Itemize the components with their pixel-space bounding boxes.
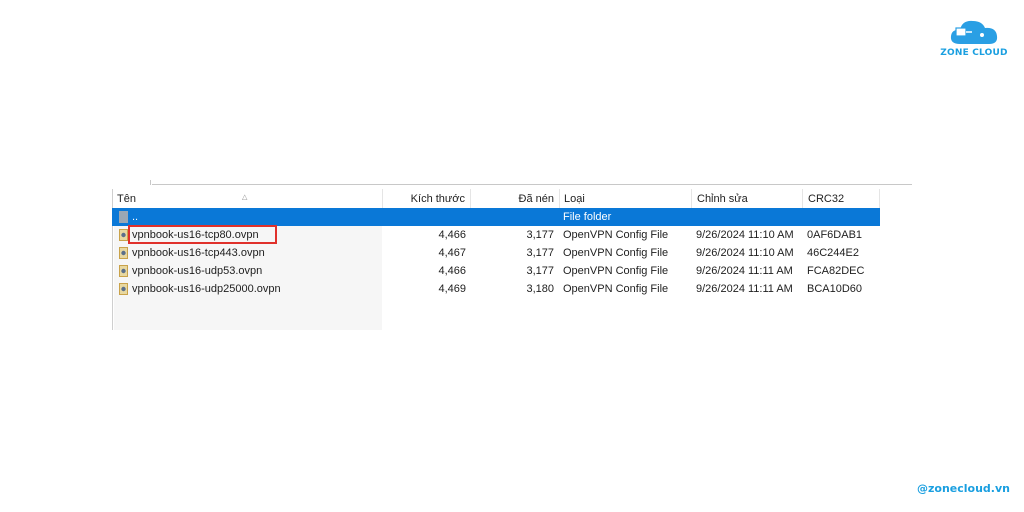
file-packed-size: 3,177 (526, 265, 554, 277)
social-handle: @zonecloud.vn (917, 482, 1010, 495)
file-crc: 0AF6DAB1 (807, 229, 863, 241)
file-name: vpnbook-us16-udp25000.ovpn (132, 283, 281, 295)
column-header-modified[interactable]: Chỉnh sửa (692, 189, 803, 209)
highlight-box (128, 225, 277, 244)
column-header-name[interactable]: Tên △ (112, 189, 382, 209)
folder-up-icon (119, 211, 128, 223)
file-size: 4,469 (438, 283, 466, 295)
file-modified: 9/26/2024 11:11 AM (696, 283, 793, 295)
column-header-type-label: Loại (564, 193, 585, 205)
column-header-size[interactable]: Kích thước (383, 189, 470, 209)
file-type: OpenVPN Config File (563, 283, 669, 295)
file-packed-size: 3,177 (526, 229, 554, 241)
column-header-size-label: Kích thước (410, 193, 465, 205)
file-name: vpnbook-us16-udp53.ovpn (132, 265, 263, 277)
column-header-row: Tên △ Kích thước Đã nén Loại Chỉnh sửa C… (112, 189, 880, 209)
toolbar-divider (150, 180, 151, 185)
ovpn-file-icon (119, 229, 128, 241)
file-packed-size: 3,180 (526, 283, 554, 295)
file-type: OpenVPN Config File (563, 265, 669, 277)
column-header-name-label: Tên (117, 193, 136, 205)
file-modified: 9/26/2024 11:10 AM (696, 229, 794, 241)
column-header-crc-label: CRC32 (808, 193, 845, 205)
file-name: vpnbook-us16-tcp443.ovpn (132, 247, 265, 259)
table-row-parent-folder[interactable]: .. File folder (112, 208, 880, 226)
file-type: File folder (563, 211, 612, 223)
column-header-packed[interactable]: Đã nén (471, 189, 559, 209)
column-header-crc[interactable]: CRC32 (803, 189, 880, 209)
cloud-logo-icon (950, 20, 998, 44)
file-type: OpenVPN Config File (563, 229, 669, 241)
file-name: .. (132, 211, 139, 223)
table-row[interactable]: vpnbook-us16-udp25000.ovpn 4,469 3,180 O… (112, 280, 880, 298)
sort-ascending-icon: △ (242, 194, 248, 201)
zone-cloud-logo: ZONE CLOUD (934, 16, 1014, 64)
column-header-modified-label: Chỉnh sửa (697, 193, 748, 205)
column-header-type[interactable]: Loại (559, 189, 691, 209)
file-modified: 9/26/2024 11:10 AM (696, 247, 794, 259)
file-packed-size: 3,177 (526, 247, 554, 259)
column-header-packed-label: Đã nén (518, 193, 554, 205)
column-divider[interactable] (879, 189, 880, 209)
file-modified: 9/26/2024 11:11 AM (696, 265, 793, 277)
file-crc: 46C244E2 (807, 247, 859, 259)
file-size: 4,466 (438, 229, 466, 241)
table-row[interactable]: vpnbook-us16-udp53.ovpn 4,466 3,177 Open… (112, 262, 880, 280)
file-crc: FCA82DEC (807, 265, 865, 277)
file-crc: BCA10D60 (807, 283, 863, 295)
ovpn-file-icon (119, 247, 128, 259)
archive-file-list: Tên △ Kích thước Đã nén Loại Chỉnh sửa C… (112, 180, 912, 330)
toolbar-border (152, 184, 912, 185)
ovpn-file-icon (119, 265, 128, 277)
ovpn-file-icon (119, 283, 128, 295)
logo-text: ZONE CLOUD (940, 48, 1008, 58)
file-size: 4,466 (438, 265, 466, 277)
file-size: 4,467 (438, 247, 466, 259)
table-row[interactable]: vpnbook-us16-tcp443.ovpn 4,467 3,177 Ope… (112, 244, 880, 262)
file-type: OpenVPN Config File (563, 247, 669, 259)
